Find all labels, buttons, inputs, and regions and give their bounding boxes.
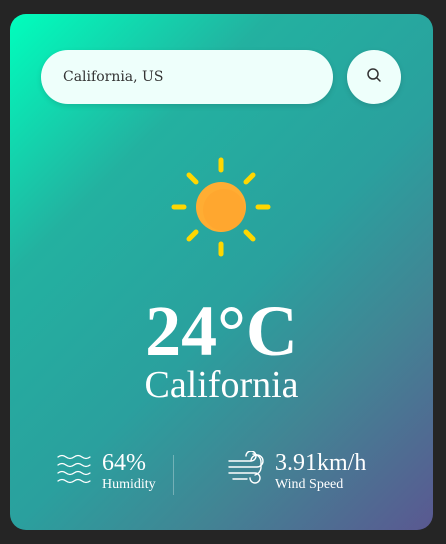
wind-label: Wind Speed	[275, 477, 344, 492]
humidity-waves-icon	[56, 451, 94, 492]
humidity-value: 64%	[102, 450, 146, 476]
details-divider	[173, 455, 174, 495]
search-input[interactable]	[63, 50, 318, 104]
search-icon	[366, 67, 382, 88]
wind-value: 3.91km/h	[275, 450, 367, 476]
search-button[interactable]	[347, 50, 401, 104]
temperature: 24°C	[145, 291, 298, 371]
humidity-label: Humidity	[102, 477, 156, 492]
wind-icon	[227, 450, 267, 492]
city-name: California	[144, 364, 299, 406]
wind-text: 3.91km/h Wind Speed	[275, 450, 366, 493]
weather-card: 24°C California 64% Humidity	[10, 14, 433, 530]
sun-icon	[168, 154, 274, 260]
humidity-text: 64% Humidity	[102, 450, 156, 493]
search-bar[interactable]	[41, 50, 333, 104]
humidity-detail: 64% Humidity	[56, 450, 156, 493]
wind-detail: 3.91km/h Wind Speed	[227, 450, 366, 493]
